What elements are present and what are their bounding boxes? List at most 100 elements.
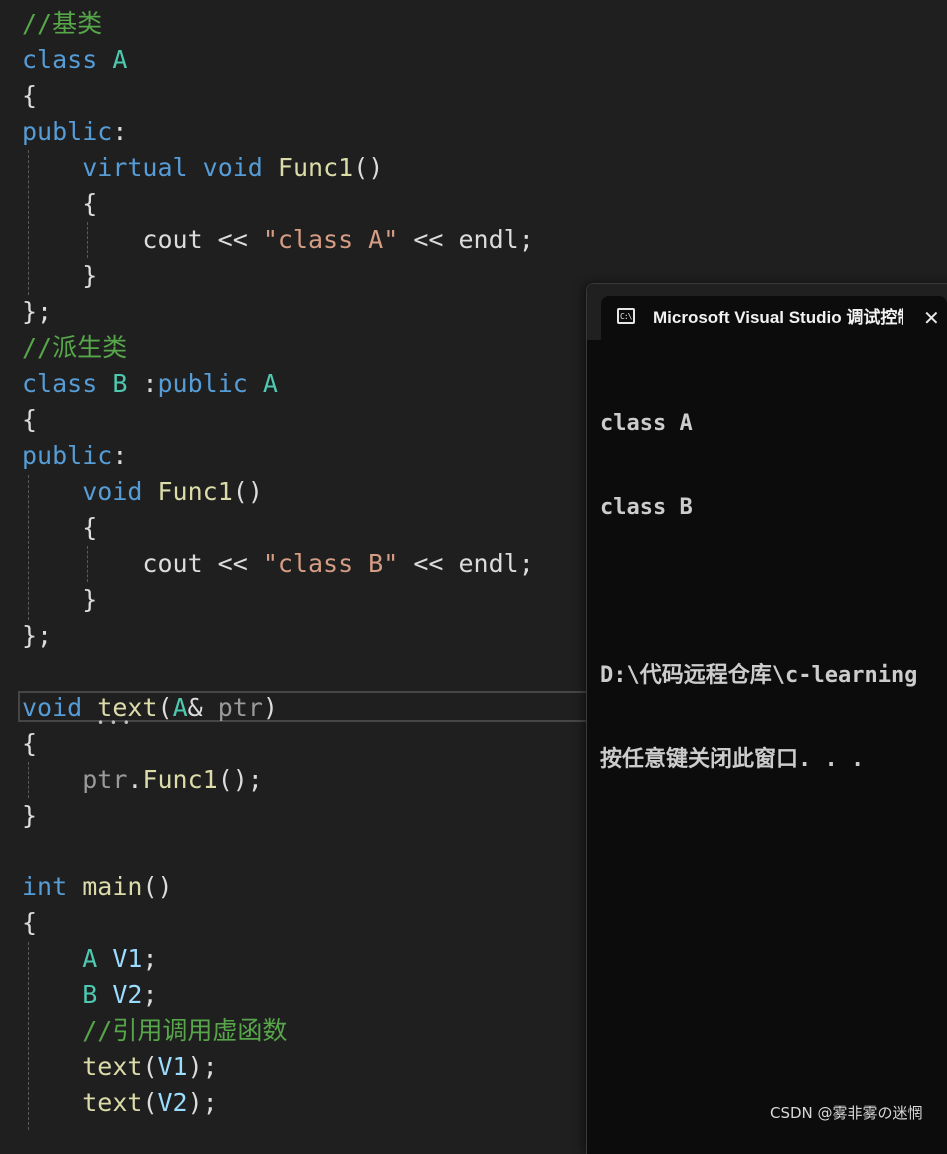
code-token-variable: V1 [157, 1052, 188, 1081]
terminal-icon-glyph: C:\ [620, 312, 632, 321]
code-token-text: << endl; [398, 549, 534, 578]
code-line[interactable]: }; [22, 618, 52, 654]
code-line[interactable]: { [22, 726, 37, 762]
code-token-text: ); [187, 1052, 218, 1081]
code-token-text: ; [142, 980, 158, 1009]
code-line[interactable]: { [22, 402, 37, 438]
code-token-text: { [22, 189, 98, 218]
code-line[interactable]: { [22, 186, 97, 222]
code-token-keyword: class [22, 369, 98, 398]
code-line[interactable]: //派生类 [22, 330, 127, 366]
console-tab[interactable]: C:\ Microsoft Visual Studio 调试控制台 ✕ [601, 296, 947, 340]
code-token-keyword: void [82, 477, 143, 506]
code-token-type: A [112, 45, 128, 74]
code-line[interactable]: class B :public A [22, 366, 278, 402]
code-token-string: "class B" [262, 549, 399, 578]
code-token-text: } [22, 261, 98, 290]
code-token-type: B [112, 369, 128, 398]
console-line: class A [600, 411, 693, 436]
code-token-keyword: void [22, 693, 83, 722]
code-line[interactable]: cout << "class A" << endl; [22, 222, 534, 258]
debug-console-window[interactable]: C:\ Microsoft Visual Studio 调试控制台 ✕ clas… [586, 283, 947, 1154]
watermark: CSDN @雾非雾の迷惘 [770, 1104, 923, 1122]
code-token-function: text [97, 693, 158, 722]
code-token-function: Func1 [157, 477, 233, 506]
code-token-text: : [112, 117, 128, 146]
code-line[interactable]: void Func1() [22, 474, 263, 510]
code-token-text: { [22, 81, 38, 110]
terminal-icon: C:\ [617, 308, 635, 324]
code-token-keyword: int [22, 872, 68, 901]
code-token-text: }; [22, 297, 53, 326]
code-token-param: ptr [217, 693, 263, 722]
code-token-text: ); [187, 1088, 218, 1117]
code-token-keyword: virtual [82, 153, 188, 182]
code-token-function: Func1 [277, 153, 354, 182]
code-line[interactable]: text(V1); [22, 1049, 218, 1085]
code-line[interactable]: //引用调用虚函数 [22, 1013, 287, 1049]
code-line[interactable]: //基类 [22, 6, 102, 42]
code-line[interactable]: text(V2); [22, 1085, 218, 1121]
code-token-keyword: public [22, 117, 113, 146]
code-token-text: { [22, 908, 38, 937]
code-line[interactable]: ptr.Func1(); [22, 762, 263, 798]
code-token-text: cout << [22, 225, 263, 254]
code-token-text: ( [142, 1052, 158, 1081]
code-token-string: "class A" [262, 225, 399, 254]
code-line[interactable]: B V2; [22, 977, 158, 1013]
code-token-keyword: class [22, 45, 98, 74]
close-icon[interactable]: ✕ [923, 296, 940, 340]
code-token-variable: V2 [157, 1088, 188, 1117]
code-line[interactable]: class A [22, 42, 127, 78]
code-line[interactable]: cout << "class B" << endl; [22, 546, 534, 582]
code-line[interactable]: public: [22, 114, 127, 150]
code-token-type: A [82, 944, 98, 973]
code-line[interactable]: public: [22, 438, 127, 474]
console-line: class B [600, 495, 693, 520]
code-token-text: << endl; [398, 225, 534, 254]
code-token-text: () [142, 872, 173, 901]
code-line[interactable]: virtual void Func1() [22, 150, 383, 186]
code-token-type: A [262, 369, 278, 398]
code-token-text: ; [142, 944, 158, 973]
console-line: D:\代码远程仓库\c-learning [600, 663, 918, 688]
code-token-text: { [22, 729, 38, 758]
code-token-text: : [112, 441, 128, 470]
console-titlebar[interactable]: C:\ Microsoft Visual Studio 调试控制台 ✕ [587, 284, 947, 340]
code-token-function: Func1 [142, 765, 218, 794]
code-line[interactable]: } [22, 798, 37, 834]
code-token-text: } [22, 585, 98, 614]
code-line[interactable]: int main() [22, 869, 173, 905]
code-token-comment: //基类 [22, 9, 103, 38]
code-token-comment: //派生类 [22, 333, 128, 362]
code-token-text: () [353, 153, 384, 182]
code-token-text: }; [22, 621, 53, 650]
code-token-text: : [127, 369, 158, 398]
code-line[interactable]: { [22, 78, 37, 114]
code-line[interactable]: A V1; [22, 941, 158, 977]
code-token-function: text [82, 1052, 143, 1081]
code-token-text: . [127, 765, 143, 794]
code-line[interactable]: } [22, 582, 97, 618]
code-line[interactable]: }; [22, 294, 52, 330]
code-token-text: ( [157, 693, 173, 722]
code-token-text: { [22, 405, 38, 434]
code-line[interactable]: { [22, 510, 97, 546]
code-token-function: text [82, 1088, 143, 1117]
code-token-param: ptr [82, 765, 128, 794]
code-line[interactable]: } [22, 258, 97, 294]
code-token-keyword: public [157, 369, 248, 398]
code-line[interactable]: { [22, 905, 37, 941]
code-token-text: & [187, 693, 218, 722]
code-line[interactable]: void text(A& ptr) [22, 690, 278, 726]
